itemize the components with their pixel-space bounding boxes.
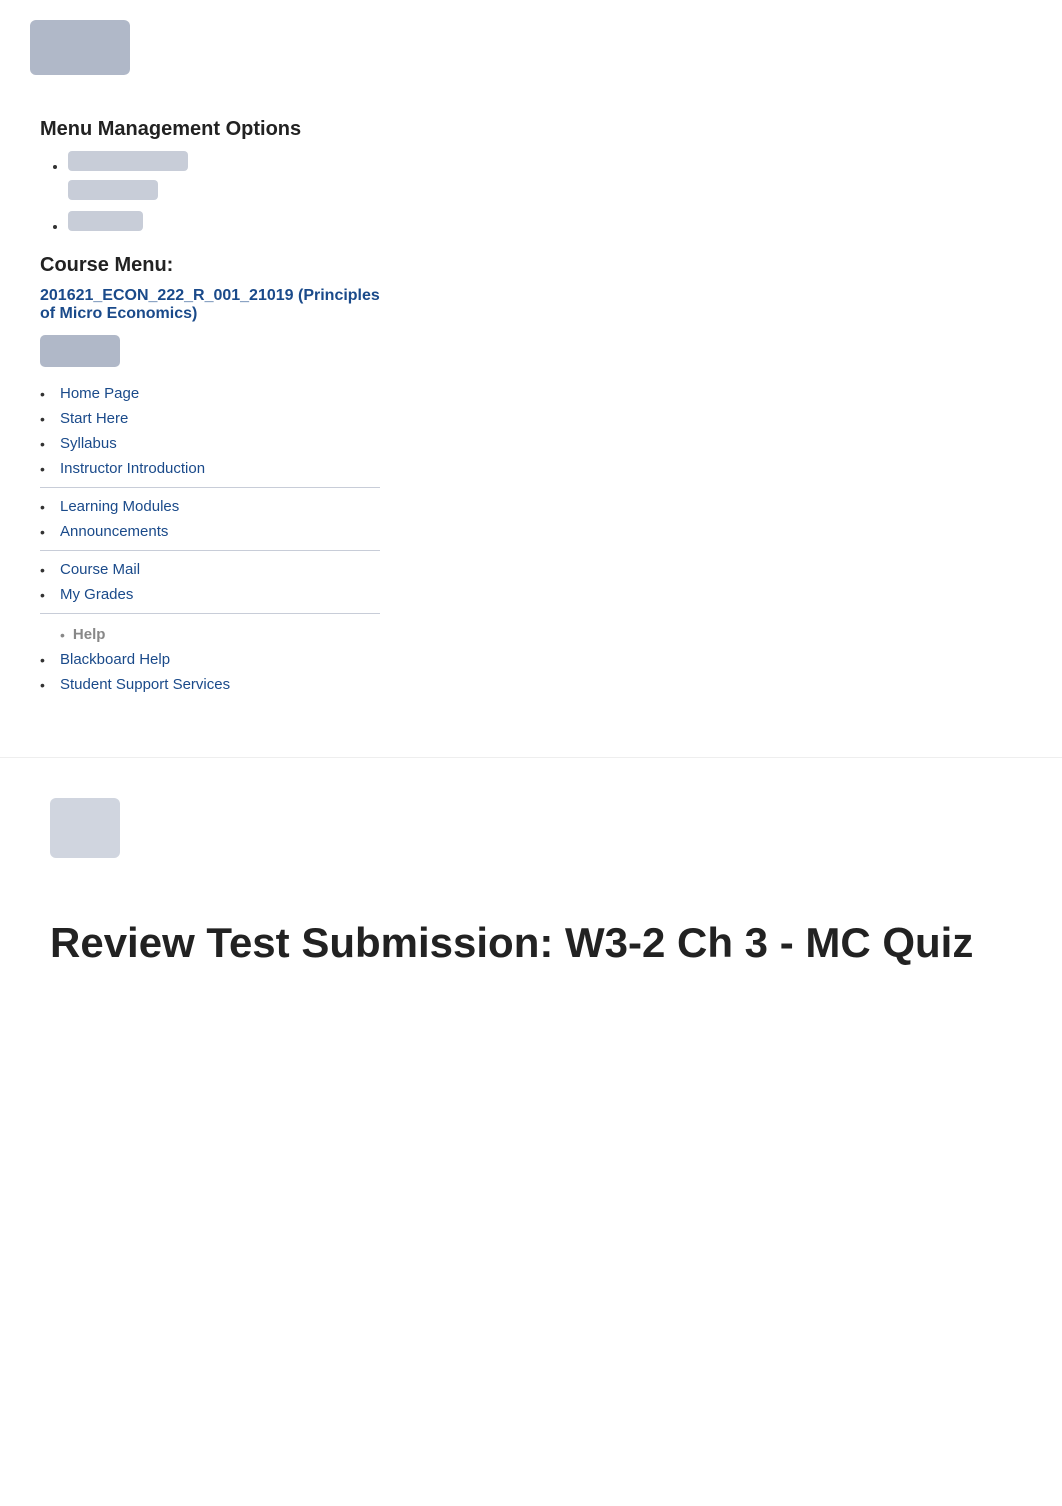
bullet-blackboard-help: • xyxy=(40,652,52,668)
divider-line-3 xyxy=(40,613,380,614)
menu-mgmt-button-1[interactable] xyxy=(68,151,188,171)
menu-mgmt-button-2[interactable] xyxy=(68,211,143,231)
list-item-instructor-intro: • Instructor Introduction xyxy=(40,456,380,481)
bullet-student-support: • xyxy=(40,677,52,693)
bullet-start-here: • xyxy=(40,411,52,427)
main-icon-placeholder xyxy=(50,798,120,858)
link-course-mail[interactable]: Course Mail xyxy=(60,561,140,578)
divider-line-1 xyxy=(40,487,380,488)
list-item-course-mail: • Course Mail xyxy=(40,557,380,582)
bullet-my-grades: • xyxy=(40,587,52,603)
link-learning-modules[interactable]: Learning Modules xyxy=(60,498,179,515)
list-item-blackboard-help: • Blackboard Help xyxy=(40,647,380,672)
menu-mgmt-button-sub-1[interactable] xyxy=(68,180,158,200)
course-menu-list: • Home Page • Start Here • Syllabus • In… xyxy=(40,381,380,697)
divider-1 xyxy=(40,481,380,494)
link-start-here[interactable]: Start Here xyxy=(60,410,128,427)
link-announcements[interactable]: Announcements xyxy=(60,523,168,540)
page-main-title: Review Test Submission: W3-2 Ch 3 - MC Q… xyxy=(50,918,1012,968)
course-menu-heading: Course Menu: xyxy=(40,254,380,277)
link-my-grades[interactable]: My Grades xyxy=(60,586,133,603)
divider-line-2 xyxy=(40,550,380,551)
divider-3 xyxy=(40,607,380,620)
bullet-course-mail: • xyxy=(40,562,52,578)
link-blackboard-help[interactable]: Blackboard Help xyxy=(60,651,170,668)
list-item-student-support: • Student Support Services xyxy=(40,672,380,697)
list-item-syllabus: • Syllabus xyxy=(40,431,380,456)
list-item-home-page: • Home Page xyxy=(40,381,380,406)
help-bullet: • xyxy=(60,627,65,643)
menu-management-list xyxy=(40,151,380,236)
link-student-support[interactable]: Student Support Services xyxy=(60,676,230,693)
add-course-button-placeholder[interactable] xyxy=(40,335,120,367)
top-bar xyxy=(0,0,1062,90)
link-syllabus[interactable]: Syllabus xyxy=(60,435,117,452)
list-item-learning-modules: • Learning Modules xyxy=(40,494,380,519)
link-instructor-intro[interactable]: Instructor Introduction xyxy=(60,460,205,477)
bullet-announcements: • xyxy=(40,524,52,540)
list-item-my-grades: • My Grades xyxy=(40,582,380,607)
list-item-announcements: • Announcements xyxy=(40,519,380,544)
menu-management-heading: Menu Management Options xyxy=(40,118,380,141)
divider-2 xyxy=(40,544,380,557)
help-header-item: • Help xyxy=(40,620,380,647)
logo-placeholder xyxy=(30,20,130,75)
bullet-learning-modules: • xyxy=(40,499,52,515)
link-home-page[interactable]: Home Page xyxy=(60,385,139,402)
bullet-syllabus: • xyxy=(40,436,52,452)
list-item-start-here: • Start Here xyxy=(40,406,380,431)
main-content: Review Test Submission: W3-2 Ch 3 - MC Q… xyxy=(0,757,1062,998)
course-title-link[interactable]: 201621_ECON_222_R_001_21019 (Principles … xyxy=(40,287,380,323)
bullet-home-page: • xyxy=(40,386,52,402)
help-label: Help xyxy=(73,626,106,643)
course-menu-section: Course Menu: 201621_ECON_222_R_001_21019… xyxy=(40,254,380,697)
sidebar: Menu Management Options Course Menu: 201… xyxy=(0,90,420,727)
page-wrapper: Menu Management Options Course Menu: 201… xyxy=(0,0,1062,998)
menu-mgmt-item-1 xyxy=(68,151,380,205)
menu-mgmt-item-2 xyxy=(68,211,380,236)
menu-management-section: Menu Management Options xyxy=(40,118,380,236)
bullet-instructor-intro: • xyxy=(40,461,52,477)
